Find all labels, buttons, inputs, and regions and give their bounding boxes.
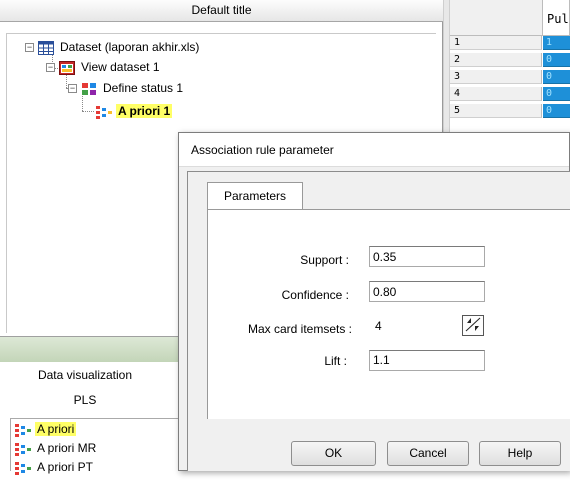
cancel-button[interactable]: Cancel	[387, 441, 469, 466]
view-dataset-icon	[59, 60, 75, 75]
table-icon	[38, 40, 54, 55]
grid-column-label: Pul	[547, 12, 569, 26]
tree-node-apriori[interactable]: A priori 1	[96, 102, 173, 120]
tree-node-label: Dataset (laporan akhir.xls)	[60, 40, 200, 54]
tree-connector	[82, 111, 94, 112]
collapse-icon[interactable]: −	[46, 63, 55, 73]
collapse-icon[interactable]: −	[68, 84, 77, 94]
tab-pls[interactable]: PLS	[0, 393, 170, 407]
tab-parameters[interactable]: Parameters	[207, 182, 303, 210]
association-rule-icon	[15, 423, 31, 437]
grid-row-number[interactable]: 1	[450, 36, 542, 50]
dialog-title: Association rule parameter	[191, 143, 334, 157]
tree-node-label: View dataset 1	[81, 60, 160, 74]
method-list: A priori A priori MR A priori PT	[10, 418, 190, 475]
tree-node-view-dataset[interactable]: − View dataset 1	[46, 58, 162, 76]
confidence-label: Confidence :	[281, 288, 349, 302]
grid-cell[interactable]: 1	[543, 36, 570, 50]
list-item-label: A priori PT	[37, 460, 94, 474]
grid-row-number[interactable]: 3	[450, 70, 542, 84]
max-card-input[interactable]	[369, 315, 459, 336]
tab-data-visualization[interactable]: Data visualization	[0, 368, 170, 382]
list-item-label: A priori MR	[37, 441, 97, 455]
grid-row-number[interactable]: 2	[450, 53, 542, 67]
lift-label: Lift :	[324, 354, 347, 368]
association-rule-icon	[15, 461, 31, 475]
tree-connector	[66, 74, 67, 88]
list-item[interactable]: A priori MR	[15, 440, 98, 457]
support-input[interactable]	[369, 246, 485, 267]
association-rule-icon	[15, 442, 31, 456]
define-status-icon	[81, 82, 97, 96]
ok-button[interactable]: OK	[291, 441, 376, 466]
grid-row-number[interactable]: 5	[450, 104, 542, 118]
parameters-tab-body	[207, 209, 570, 419]
confidence-input[interactable]	[369, 281, 485, 302]
grid-row-number[interactable]: 4	[450, 87, 542, 101]
association-rule-icon	[96, 105, 112, 119]
tree-node-dataset[interactable]: − Dataset (laporan akhir.xls)	[25, 38, 201, 56]
tree-panel-header: Default title	[0, 0, 443, 22]
grid-cell[interactable]: 0	[543, 104, 570, 118]
help-button[interactable]: Help	[479, 441, 561, 466]
collapse-icon[interactable]: −	[25, 43, 34, 53]
list-item[interactable]: A priori	[15, 421, 77, 438]
grid-corner-header	[450, 0, 543, 36]
lift-input[interactable]	[369, 350, 485, 371]
grid-cell[interactable]: 0	[543, 70, 570, 84]
max-card-label: Max card itemsets :	[247, 322, 352, 336]
tree-node-label: A priori 1	[116, 104, 173, 118]
spinner-updown-icon[interactable]	[462, 315, 484, 336]
list-item[interactable]: A priori PT	[15, 459, 95, 476]
grid-cell[interactable]: 0	[543, 87, 570, 101]
association-rule-dialog: Association rule parameter Parameters Su…	[178, 132, 570, 471]
tree-node-define-status[interactable]: − Define status 1	[68, 79, 185, 97]
support-label: Support :	[300, 253, 349, 267]
tree-node-label: Define status 1	[103, 81, 184, 95]
grid-cell[interactable]: 0	[543, 53, 570, 67]
data-grid: Pul 1 1 2 0 3 0 4 0 5 0	[450, 0, 570, 138]
list-item-label: A priori	[35, 422, 77, 436]
